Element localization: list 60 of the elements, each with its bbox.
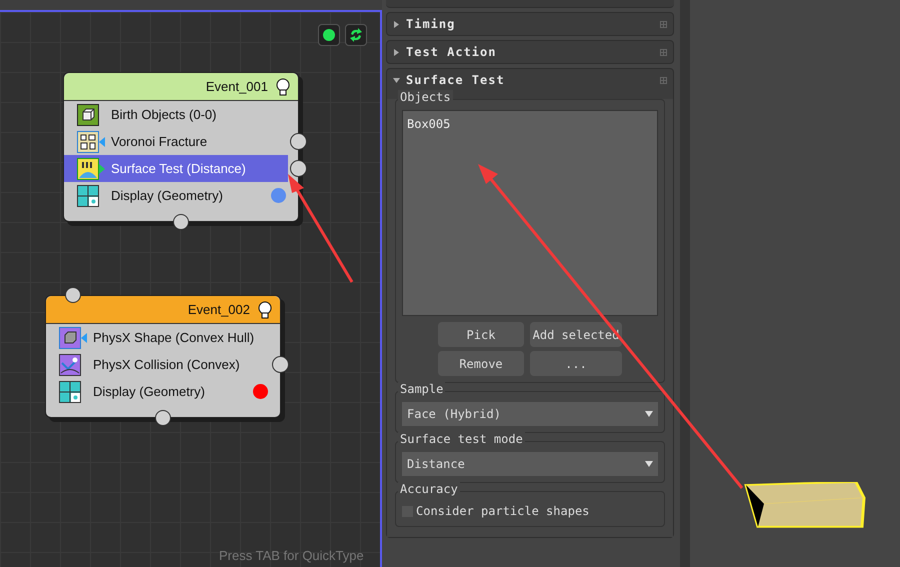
refresh-button[interactable]	[345, 24, 367, 46]
output-socket[interactable]	[290, 133, 307, 150]
bottom-socket[interactable]	[173, 214, 189, 230]
operator-label: Display (Geometry)	[93, 382, 205, 401]
input-socket[interactable]	[65, 287, 81, 303]
checkbox-label: Consider particle shapes	[416, 503, 590, 520]
group-label: Surface test mode	[398, 432, 525, 446]
caret-right-icon	[393, 48, 400, 56]
caret-down-icon	[393, 76, 400, 84]
dropdown[interactable]: Distance	[402, 452, 658, 476]
operator-row[interactable]: Birth Objects (0-0)	[64, 101, 288, 128]
dropdown[interactable]: Face (Hybrid)	[402, 402, 658, 426]
operator-label: Surface Test (Distance)	[111, 160, 246, 178]
rollout-header[interactable]: Surface Test	[387, 69, 673, 91]
cube-icon	[77, 104, 99, 126]
grip-icon[interactable]	[660, 76, 667, 84]
panel-button[interactable]: Pick	[438, 322, 524, 347]
group-label: Sample	[398, 382, 446, 396]
quicktype-hint: Press TAB for QuickType	[219, 546, 364, 565]
fracture-icon	[77, 130, 99, 152]
caret-icon	[645, 411, 653, 417]
panel-button[interactable]: ...	[530, 351, 622, 376]
operator-row[interactable]: PhysX Collision (Convex)	[46, 351, 270, 378]
object-list[interactable]: Box005	[402, 110, 658, 316]
lightbulb-icon[interactable]	[258, 300, 272, 318]
caret-icon	[645, 461, 653, 467]
display-grid-icon	[59, 380, 81, 402]
cube-icon	[59, 326, 81, 348]
operator-row[interactable]: Display (Geometry)	[64, 182, 288, 209]
surface-icon	[77, 158, 99, 180]
group-label: Objects	[398, 90, 453, 104]
viewport[interactable]	[690, 0, 900, 567]
grip-icon[interactable]	[660, 20, 667, 28]
lightbulb-icon[interactable]	[276, 78, 290, 96]
grip-icon[interactable]	[660, 48, 667, 56]
rollout-header[interactable]: Test Action	[387, 41, 673, 63]
operator-row[interactable]: Surface Test (Distance)	[64, 155, 288, 182]
node-canvas[interactable]: Event_001 Birth Objects (0-0) Voronoi Fracture Surface Test (Distance) Display (Geometry) Event_002 PhysX Shape (Convex Hull) PhysX Collision (Convex) Display (Geometry) Press TAB for QuickType	[0, 10, 382, 567]
output-socket[interactable]	[290, 160, 307, 177]
rollout-header[interactable]: Timing	[387, 13, 673, 35]
operator-label: Voronoi Fracture	[111, 132, 208, 151]
panel-button[interactable]: Remove	[438, 351, 524, 376]
operator-row[interactable]: Display (Geometry)	[46, 378, 270, 405]
list-item[interactable]: Box005	[407, 115, 653, 133]
operator-row[interactable]: Voronoi Fracture	[64, 128, 288, 155]
bottom-socket[interactable]	[155, 410, 171, 426]
status-button[interactable]	[318, 24, 340, 46]
operator-label: Birth Objects (0-0)	[111, 106, 216, 124]
display-grid-icon	[77, 184, 99, 206]
caret-right-icon	[393, 20, 400, 28]
group-label: Accuracy	[398, 482, 460, 496]
event-title: Event_002	[188, 300, 250, 319]
operator-label: Display (Geometry)	[111, 186, 223, 205]
operator-label: PhysX Collision (Convex)	[93, 356, 240, 374]
refresh-icon	[348, 27, 364, 43]
collision-icon	[59, 354, 81, 376]
event-title: Event_001	[206, 78, 268, 96]
operator-row[interactable]: PhysX Shape (Convex Hull)	[46, 324, 270, 351]
operator-label: PhysX Shape (Convex Hull)	[93, 328, 254, 347]
output-socket[interactable]	[272, 356, 289, 373]
